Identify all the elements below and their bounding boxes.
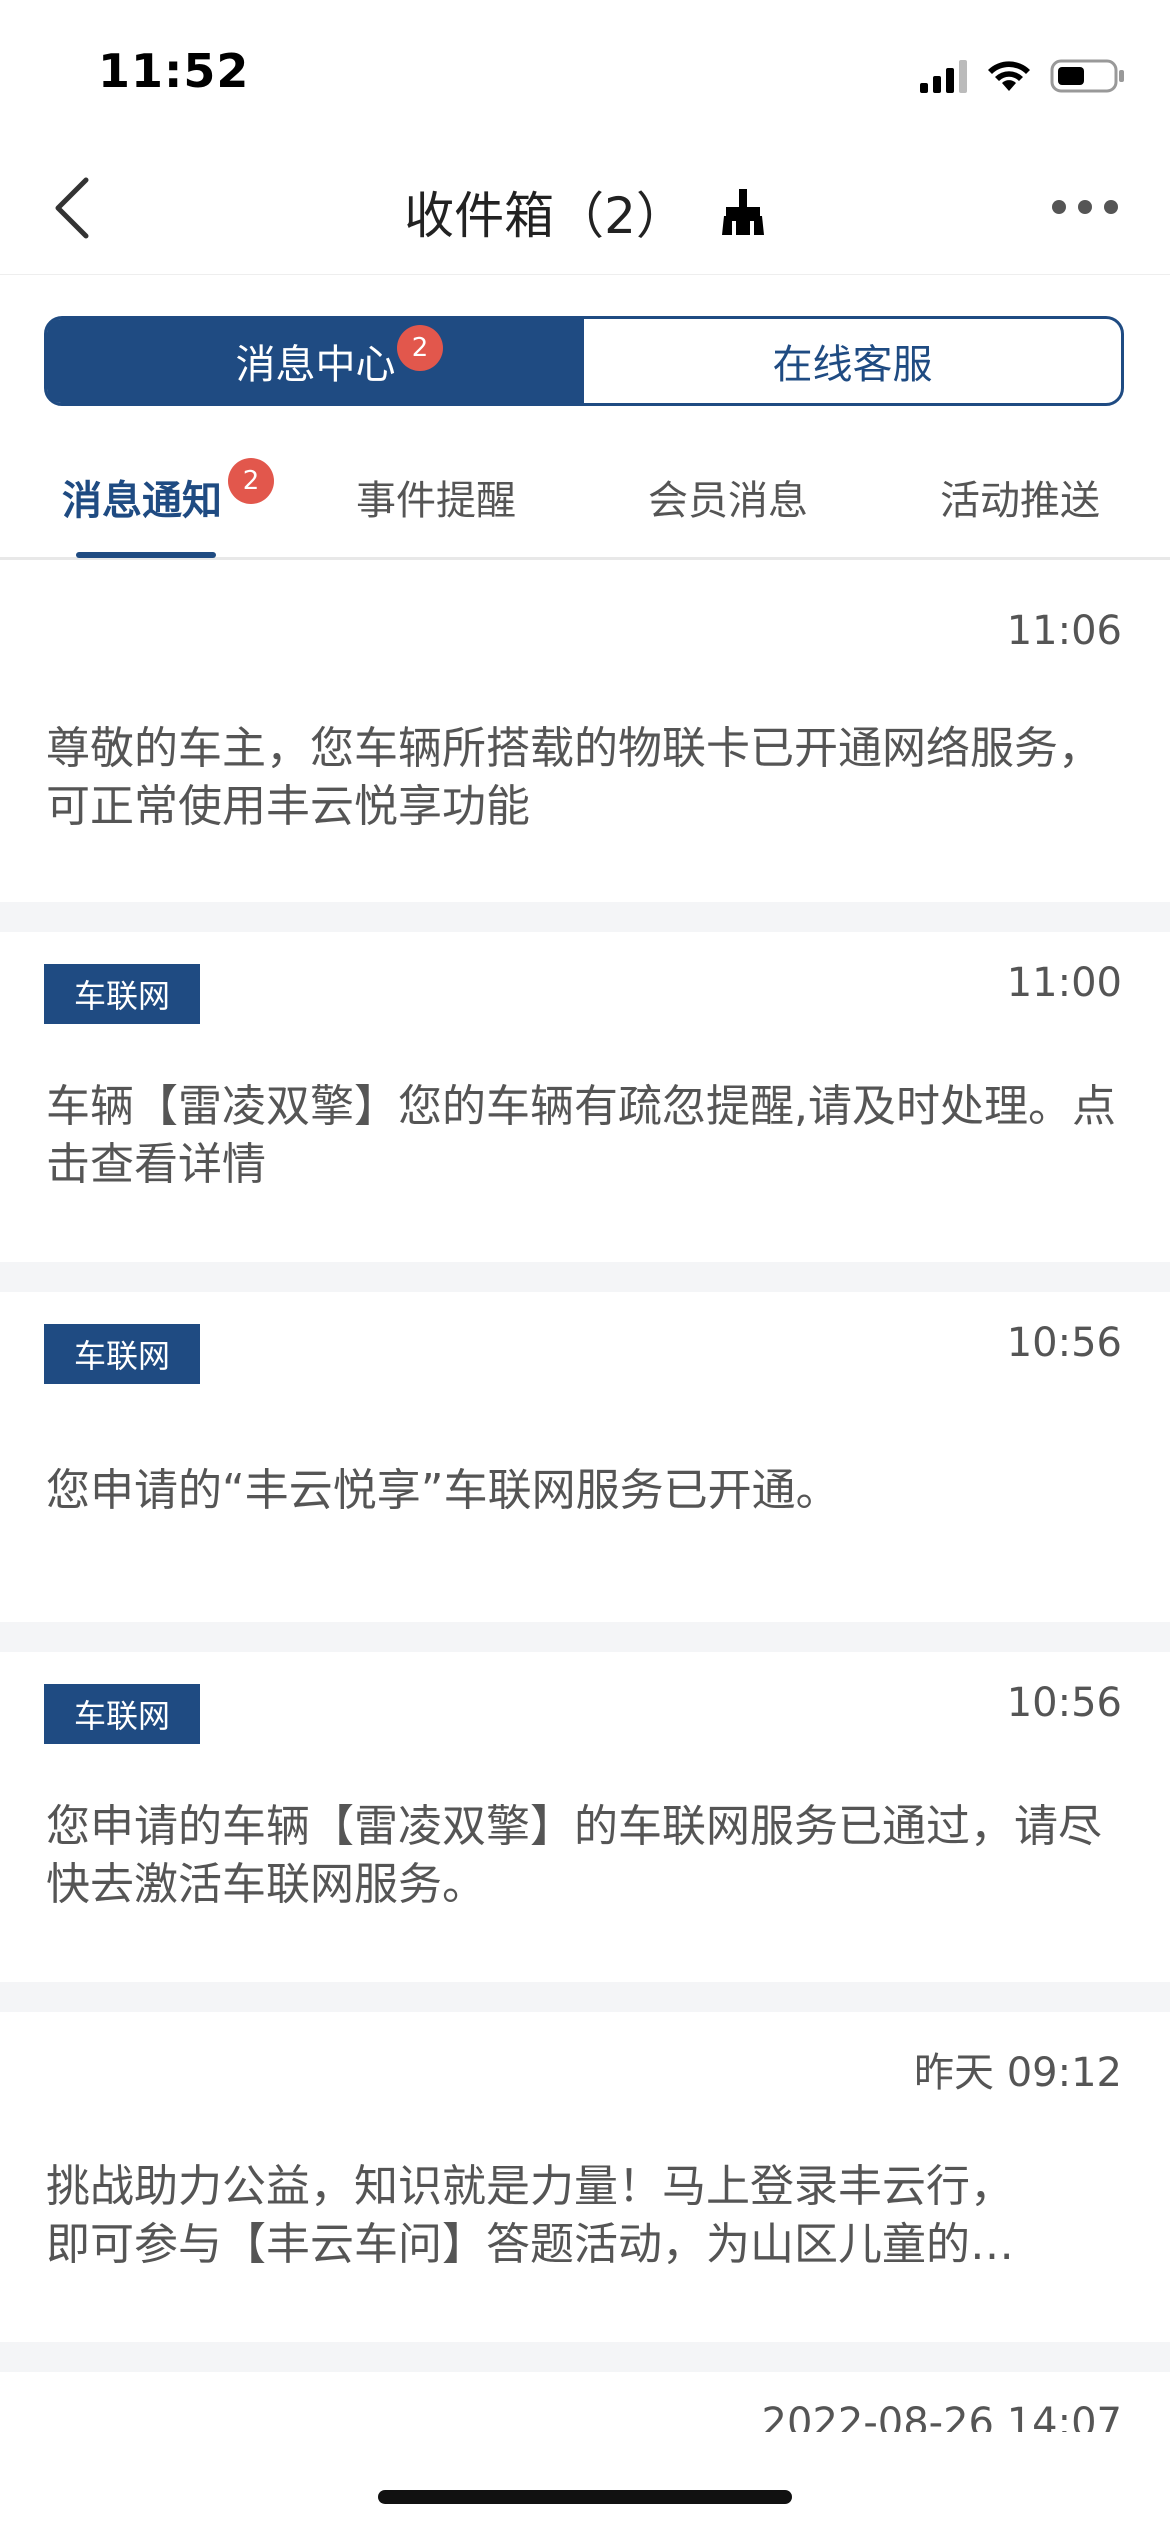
tab-notifications[interactable]: 消息通知 bbox=[62, 468, 222, 526]
divider bbox=[0, 1622, 1170, 1652]
page-title: 收件箱（2） bbox=[404, 187, 686, 245]
message-time: 10:56 bbox=[1006, 1680, 1122, 1726]
message-text: 尊敬的车主，您车辆所搭载的物联卡已开通网络服务，可正常使用丰云悦享功能 bbox=[46, 723, 1102, 832]
message-time: 10:56 bbox=[1006, 1320, 1122, 1366]
divider bbox=[0, 1262, 1170, 1292]
navigation-bar: 收件箱（2） bbox=[0, 140, 1170, 275]
tab-event-reminders[interactable]: 事件提醒 bbox=[356, 468, 516, 526]
message-text: 您申请的“丰云悦享”车联网服务已开通。 bbox=[46, 1465, 840, 1516]
divider bbox=[0, 1982, 1170, 2012]
tab-member-messages-label: 会员消息 bbox=[648, 478, 808, 524]
wifi-icon bbox=[988, 61, 1030, 91]
tab-promotions[interactable]: 活动推送 bbox=[940, 468, 1100, 526]
tab-member-messages[interactable]: 会员消息 bbox=[648, 468, 808, 526]
unread-badge: 2 bbox=[397, 325, 443, 371]
more-dots-icon bbox=[1052, 200, 1066, 214]
category-tabs: 消息通知 2 事件提醒 会员消息 活动推送 bbox=[0, 430, 1170, 560]
message-time: 2022-08-26 14:07 bbox=[761, 2400, 1122, 2432]
active-tab-indicator bbox=[76, 552, 216, 558]
message-text-line: 挑战助力公益，知识就是力量！马上登录丰云行， bbox=[46, 2161, 1014, 2212]
tab-promotions-label: 活动推送 bbox=[940, 478, 1100, 524]
battery-icon bbox=[1050, 59, 1124, 93]
category-tag: 车联网 bbox=[44, 964, 200, 1024]
message-item[interactable]: 车联网 10:56 您申请的“丰云悦享”车联网服务已开通。 bbox=[0, 1292, 1170, 1622]
home-indicator bbox=[378, 2490, 792, 2504]
tab-notifications-label: 消息通知 bbox=[62, 478, 222, 524]
segment-message-center-label: 消息中心 bbox=[235, 342, 396, 388]
status-time: 11:52 bbox=[98, 44, 250, 98]
message-time: 11:06 bbox=[1006, 608, 1122, 654]
message-list: 11:06 尊敬的车主，您车辆所搭载的物联卡已开通网络服务，可正常使用丰云悦享功… bbox=[0, 572, 1170, 2432]
segment-online-service[interactable]: 在线客服 bbox=[584, 319, 1121, 403]
signal-icon bbox=[920, 60, 967, 93]
message-text: 挑战助力公益，知识就是力量！马上登录丰云行， 即可参与【丰云车问】答题活动，为山… bbox=[46, 2158, 1124, 2274]
message-item[interactable]: 车联网 11:00 车辆【雷凌双擎】您的车辆有疏忽提醒,请及时处理。点击查看详情 bbox=[0, 932, 1170, 1262]
divider bbox=[0, 902, 1170, 932]
category-tag: 车联网 bbox=[44, 1324, 200, 1384]
message-time: 昨天 09:12 bbox=[914, 2050, 1122, 2096]
message-text: 您申请的车辆【雷凌双擎】的车联网服务已通过，请尽快去激活车联网服务。 bbox=[46, 1801, 1102, 1910]
more-dots-icon bbox=[1078, 200, 1092, 214]
more-dots-icon bbox=[1104, 200, 1118, 214]
tab-event-reminders-label: 事件提醒 bbox=[356, 478, 516, 524]
message-item[interactable]: 2022-08-26 14:07 bbox=[0, 2372, 1170, 2432]
message-item[interactable]: 车联网 10:56 您申请的车辆【雷凌双擎】的车联网服务已通过，请尽快去激活车联… bbox=[0, 1652, 1170, 1982]
message-text: 车辆【雷凌双擎】您的车辆有疏忽提醒,请及时处理。点击查看详情 bbox=[46, 1081, 1116, 1190]
message-item[interactable]: 昨天 09:12 挑战助力公益，知识就是力量！马上登录丰云行， 即可参与【丰云车… bbox=[0, 2012, 1170, 2342]
segmented-control: 消息中心 2 在线客服 bbox=[44, 316, 1124, 406]
message-time: 11:00 bbox=[1006, 960, 1122, 1006]
segment-online-service-label: 在线客服 bbox=[772, 342, 933, 388]
tab-unread-badge: 2 bbox=[228, 458, 274, 504]
page-title-area: 收件箱（2） bbox=[0, 176, 1170, 248]
broom-clear-icon[interactable] bbox=[720, 187, 766, 237]
category-tag: 车联网 bbox=[44, 1684, 200, 1744]
message-item[interactable]: 11:06 尊敬的车主，您车辆所搭载的物联卡已开通网络服务，可正常使用丰云悦享功… bbox=[0, 572, 1170, 902]
more-options-button[interactable] bbox=[1052, 200, 1118, 214]
message-text-line: 即可参与【丰云车问】答题活动，为山区儿童的… bbox=[46, 2219, 1014, 2270]
status-icons bbox=[920, 54, 1126, 98]
status-bar: 11:52 bbox=[0, 0, 1170, 140]
segment-message-center[interactable]: 消息中心 2 bbox=[47, 319, 584, 403]
divider bbox=[0, 2342, 1170, 2372]
